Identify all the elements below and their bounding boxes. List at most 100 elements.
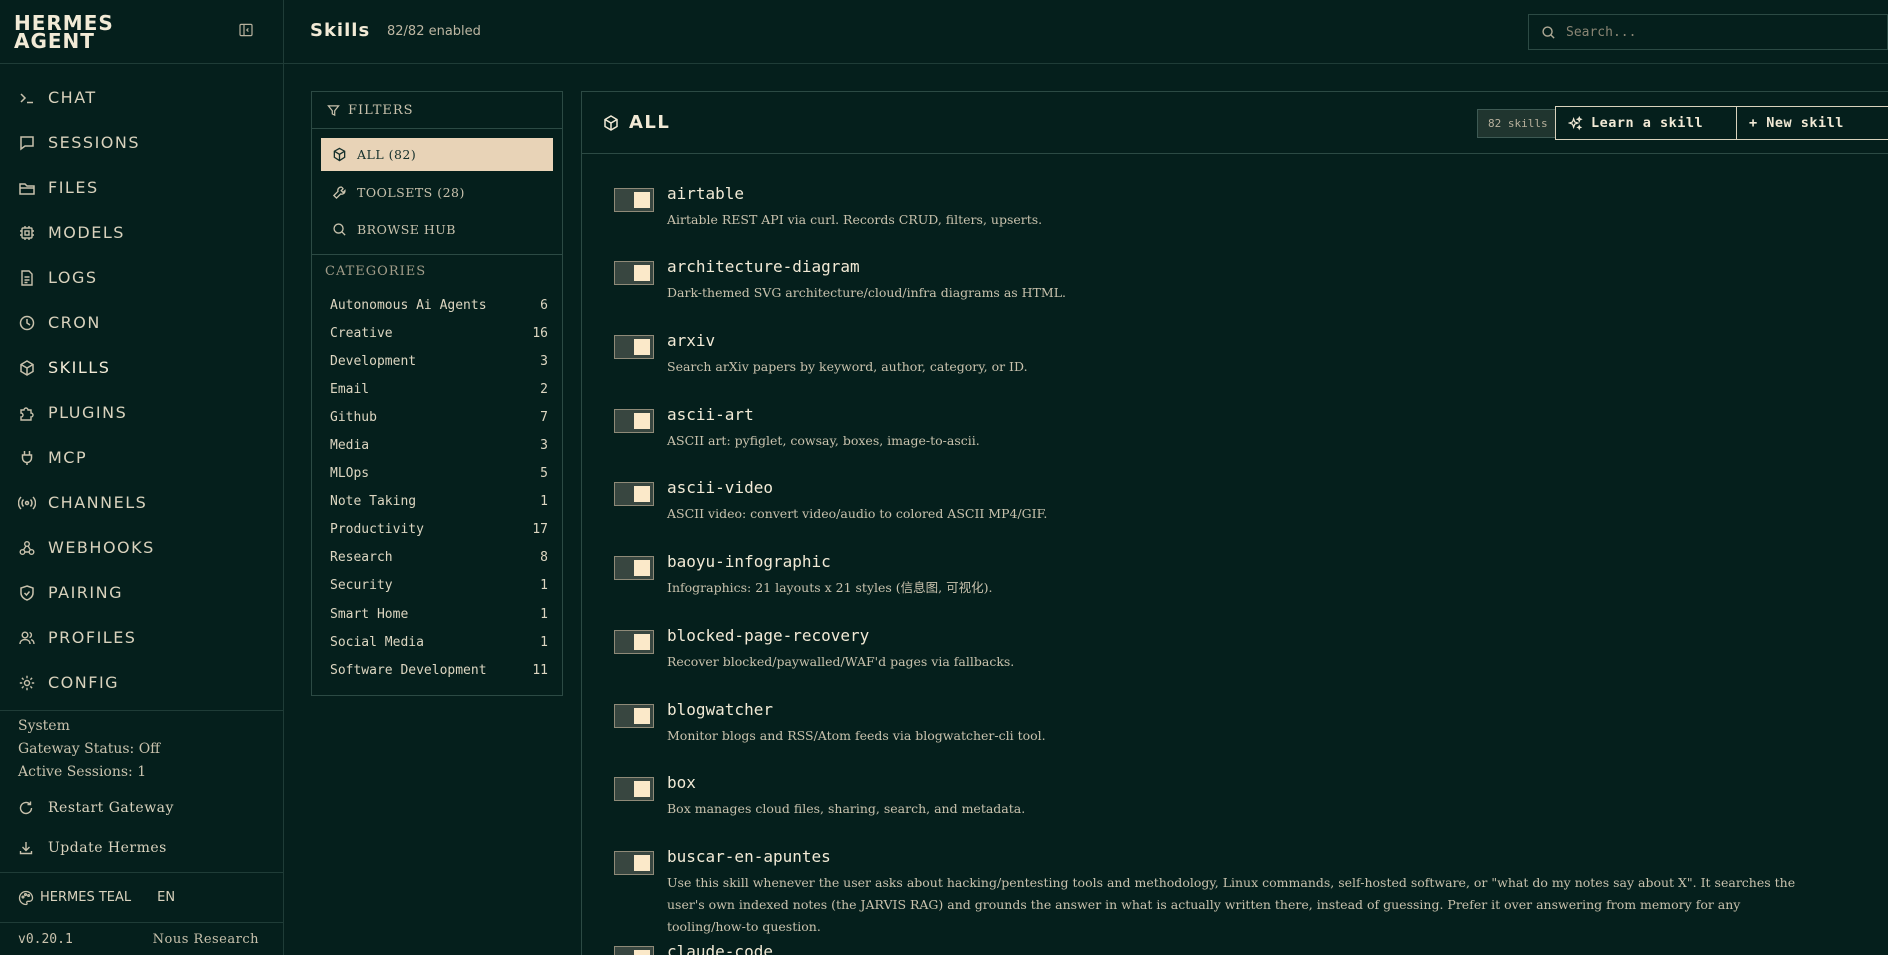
nav-label: PLUGINS xyxy=(48,403,128,422)
filters-panel: FILTERS ALL (82) TOOLSETS (28) BROWSE HU… xyxy=(311,91,563,696)
nav-item-profiles[interactable]: PROFILES xyxy=(0,615,283,660)
brand-logo-text: HERMES AGENT xyxy=(14,11,114,53)
skill-toggle[interactable] xyxy=(614,851,654,875)
category-name: Productivity xyxy=(330,522,424,538)
category-item[interactable]: Social Media 1 xyxy=(330,628,548,656)
update-hermes-label: Update Hermes xyxy=(48,840,167,856)
top-bar: Skills 82/82 enabled Search... xyxy=(284,0,1888,64)
package-icon xyxy=(602,114,620,132)
category-count: 1 xyxy=(540,494,548,510)
nav-item-files[interactable]: FILES xyxy=(0,165,283,210)
restart-gateway-button[interactable]: Restart Gateway xyxy=(0,788,283,828)
search-input[interactable]: Search... xyxy=(1528,14,1888,50)
category-count: 17 xyxy=(532,522,548,538)
skill-name: architecture-diagram xyxy=(667,257,860,276)
nav-label: SKILLS xyxy=(48,358,111,377)
category-item[interactable]: Smart Home 1 xyxy=(330,600,548,628)
nav-item-logs[interactable]: LOGS xyxy=(0,255,283,300)
category-item[interactable]: Note Taking 1 xyxy=(330,488,548,516)
category-name: Github xyxy=(330,409,377,425)
nav-label: CRON xyxy=(48,313,101,332)
toggle-knob xyxy=(634,192,650,208)
skill-toggle[interactable] xyxy=(614,630,654,654)
skill-toggle[interactable] xyxy=(614,188,654,212)
category-item[interactable]: Development 3 xyxy=(330,347,548,375)
skill-toggle[interactable] xyxy=(614,409,654,433)
skill-description: ASCII video: convert video/audio to colo… xyxy=(667,506,1048,521)
category-item[interactable]: Security 1 xyxy=(330,572,548,600)
nav-label: CONFIG xyxy=(48,673,120,692)
nav-item-models[interactable]: MODELS xyxy=(0,210,283,255)
nav-item-mcp[interactable]: MCP xyxy=(0,435,283,480)
category-item[interactable]: Github 7 xyxy=(330,403,548,431)
new-skill-button[interactable]: + New skill xyxy=(1736,106,1888,140)
skill-toggle[interactable] xyxy=(614,556,654,580)
filter-browse-hub[interactable]: BROWSE HUB xyxy=(321,213,553,246)
category-item[interactable]: Creative 16 xyxy=(330,319,548,347)
nav-item-config[interactable]: CONFIG xyxy=(0,660,283,705)
category-name: Research xyxy=(330,550,393,566)
collapse-sidebar-icon[interactable] xyxy=(238,22,258,42)
skill-toggle[interactable] xyxy=(614,946,654,955)
refresh-icon xyxy=(18,800,34,816)
new-skill-label: + New skill xyxy=(1749,115,1844,131)
category-name: MLOps xyxy=(330,466,370,482)
category-item[interactable]: Media 3 xyxy=(330,431,548,459)
restart-gateway-label: Restart Gateway xyxy=(48,800,174,816)
nav-item-pairing[interactable]: PAIRING xyxy=(0,570,283,615)
clock-icon xyxy=(18,314,36,332)
radio-icon xyxy=(18,494,36,512)
category-count: 16 xyxy=(532,325,548,341)
toggle-knob xyxy=(634,265,650,281)
nav-label: MCP xyxy=(48,448,88,467)
toggle-knob xyxy=(634,560,650,576)
gear-icon xyxy=(18,674,36,692)
category-item[interactable]: Email 2 xyxy=(330,375,548,403)
toggle-knob xyxy=(634,486,650,502)
skill-description: Infographics: 21 layouts x 21 styles (信息… xyxy=(667,580,993,595)
filters-heading: FILTERS xyxy=(312,92,562,129)
skill-description: Dark-themed SVG architecture/cloud/infra… xyxy=(667,285,1066,300)
sidebar: HERMES AGENT CHAT SESSIONS FILES MODELS … xyxy=(0,0,284,955)
filter-toolsets[interactable]: TOOLSETS (28) xyxy=(321,176,553,209)
skill-description: Monitor blogs and RSS/Atom feeds via blo… xyxy=(667,728,1046,743)
language-toggle[interactable]: EN xyxy=(157,890,175,905)
skill-toggle[interactable] xyxy=(614,704,654,728)
enabled-count: 82/82 enabled xyxy=(387,24,481,39)
cpu-icon xyxy=(18,224,36,242)
filter-browse-hub-label: BROWSE HUB xyxy=(357,222,456,237)
toggle-knob xyxy=(634,634,650,650)
filter-all[interactable]: ALL (82) xyxy=(321,138,553,171)
skill-toggle[interactable] xyxy=(614,482,654,506)
nav-item-plugins[interactable]: PLUGINS xyxy=(0,390,283,435)
skill-toggle[interactable] xyxy=(614,261,654,285)
category-item[interactable]: Research 8 xyxy=(330,544,548,572)
category-item[interactable]: MLOps 5 xyxy=(330,460,548,488)
nav-item-cron[interactable]: CRON xyxy=(0,300,283,345)
skill-toggle[interactable] xyxy=(614,777,654,801)
category-item[interactable]: Software Development 11 xyxy=(330,656,548,684)
active-sessions: Active Sessions: 1 xyxy=(18,764,147,780)
nav-item-webhooks[interactable]: WEBHOOKS xyxy=(0,525,283,570)
nav-label: CHANNELS xyxy=(48,493,148,512)
learn-skill-button[interactable]: Learn a skill xyxy=(1555,106,1737,140)
nav-item-channels[interactable]: CHANNELS xyxy=(0,480,283,525)
category-count: 8 xyxy=(540,550,548,566)
search-placeholder: Search... xyxy=(1566,24,1637,40)
category-count: 1 xyxy=(540,578,548,594)
theme-switcher[interactable]: HERMES TEAL EN xyxy=(0,872,283,922)
category-item[interactable]: Productivity 17 xyxy=(330,516,548,544)
nav-item-chat[interactable]: CHAT xyxy=(0,75,283,120)
sidebar-nav: CHAT SESSIONS FILES MODELS LOGS CRON SKI… xyxy=(0,75,283,705)
categories-heading: CATEGORIES xyxy=(312,254,562,279)
category-item[interactable]: Autonomous Ai Agents 6 xyxy=(330,291,548,319)
nav-item-sessions[interactable]: SESSIONS xyxy=(0,120,283,165)
skill-toggle[interactable] xyxy=(614,335,654,359)
update-hermes-button[interactable]: Update Hermes xyxy=(0,828,283,868)
category-name: Media xyxy=(330,438,370,454)
filter-all-label: ALL (82) xyxy=(357,147,417,162)
skill-name: ascii-video xyxy=(667,478,773,497)
nav-label: MODELS xyxy=(48,223,125,242)
nav-item-skills[interactable]: SKILLS xyxy=(0,345,283,390)
toggle-knob xyxy=(634,855,650,871)
